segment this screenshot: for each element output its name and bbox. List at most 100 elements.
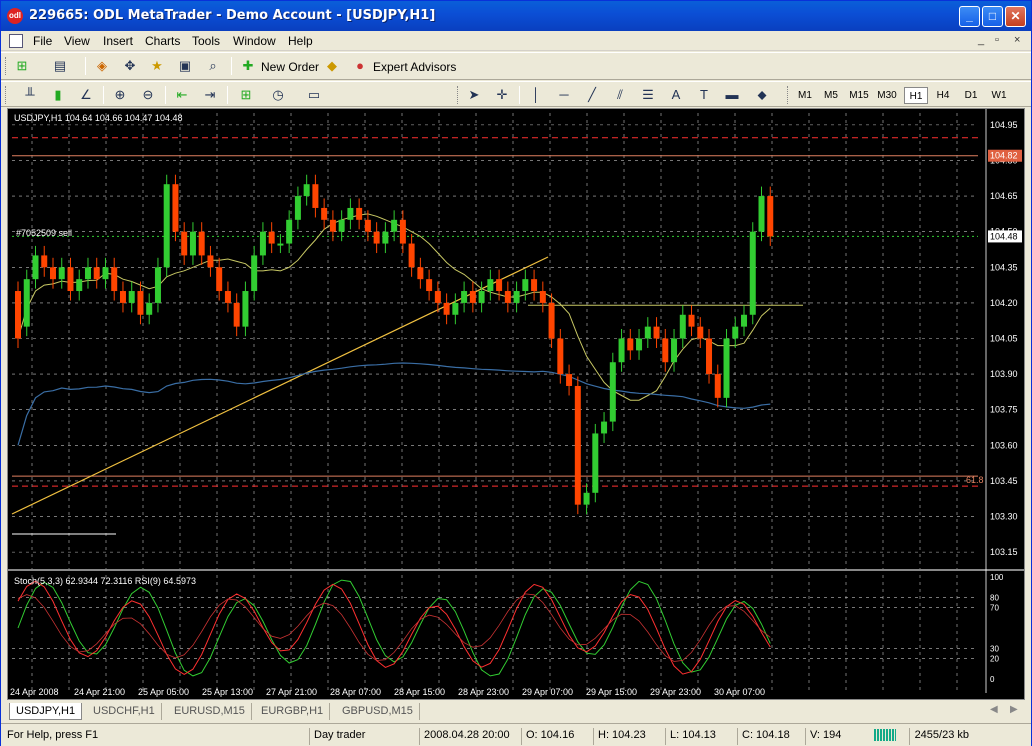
close-button[interactable]: ✕ bbox=[1005, 6, 1026, 27]
candle-body bbox=[504, 291, 511, 303]
crosshair-icon[interactable]: ✛ bbox=[493, 86, 511, 104]
auto-scroll-icon[interactable]: ⇤ bbox=[173, 86, 191, 104]
tab-eurusd-m15[interactable]: EURUSD,M15 bbox=[168, 703, 252, 720]
profiles-icon[interactable]: ▤ bbox=[51, 57, 69, 75]
price-chart[interactable]: USDJPY,H1 104.64 104.66 104.47 104.48 #7… bbox=[8, 109, 1024, 699]
market-watch-icon[interactable]: ◈ bbox=[93, 57, 111, 75]
menu-help[interactable]: Help bbox=[288, 34, 313, 48]
tab-usdchf-h1[interactable]: USDCHF,H1 bbox=[87, 703, 162, 720]
ma-fast-line bbox=[17, 213, 771, 401]
equidistant-channel-icon[interactable]: ⫽ bbox=[611, 86, 629, 104]
bar-chart-icon[interactable]: ╨ bbox=[21, 86, 39, 104]
candle-body bbox=[391, 219, 398, 232]
document-icon[interactable] bbox=[9, 34, 23, 48]
time-tick-label: 25 Apr 05:00 bbox=[138, 687, 189, 697]
zoom-in-icon[interactable]: ⊕ bbox=[111, 86, 129, 104]
terminal-icon[interactable]: ▣ bbox=[176, 57, 194, 75]
text-label-icon[interactable]: T bbox=[695, 86, 713, 104]
toolbar-grip[interactable] bbox=[5, 86, 8, 104]
candle-body bbox=[312, 184, 319, 208]
chart-window[interactable]: USDJPY,H1 104.64 104.66 104.47 104.48 #7… bbox=[7, 108, 1025, 700]
candle-body bbox=[23, 279, 30, 327]
candle-body bbox=[268, 231, 275, 244]
candle-body bbox=[496, 279, 503, 292]
mdi-close-button[interactable]: × bbox=[1014, 34, 1020, 46]
periods-clock-icon[interactable]: ◷ bbox=[269, 86, 287, 104]
favorites-star-icon[interactable]: ★ bbox=[148, 57, 166, 75]
line-chart-icon[interactable]: ∠ bbox=[77, 86, 95, 104]
menu-insert[interactable]: Insert bbox=[103, 34, 133, 48]
text-tool-icon[interactable]: A bbox=[667, 86, 685, 104]
timeframe-m30[interactable]: M30 bbox=[875, 87, 899, 104]
menu-charts[interactable]: Charts bbox=[145, 34, 180, 48]
order-label[interactable]: #7052509 sell bbox=[16, 228, 72, 238]
menu-file[interactable]: File bbox=[33, 34, 52, 48]
status-close: C: 104.18 bbox=[737, 728, 803, 745]
timeframe-d1[interactable]: D1 bbox=[959, 87, 983, 104]
arrows-icon[interactable]: ▬ bbox=[723, 86, 741, 104]
new-order-icon[interactable]: ✚ bbox=[239, 57, 257, 75]
candlestick-icon[interactable]: ▮ bbox=[49, 86, 67, 104]
timeframe-h4[interactable]: H4 bbox=[931, 87, 955, 104]
timeframe-m1[interactable]: M1 bbox=[793, 87, 817, 104]
trendline bbox=[11, 256, 549, 515]
templates-icon[interactable]: ▭ bbox=[305, 86, 323, 104]
candle-body bbox=[251, 255, 258, 292]
candle-body bbox=[286, 219, 293, 244]
cursor-icon[interactable]: ➤ bbox=[465, 86, 483, 104]
title-bar[interactable]: odl 229665: ODL MetaTrader - Demo Accoun… bbox=[1, 1, 1031, 31]
tab-gbpusd-m15[interactable]: GBPUSD,M15 bbox=[336, 703, 420, 720]
horizontal-line-icon[interactable]: ─ bbox=[555, 86, 573, 104]
arrow-tools-icon[interactable]: ⬥ bbox=[753, 86, 771, 104]
new-chart-icon[interactable]: ⊞ bbox=[13, 57, 31, 75]
indicators-icon[interactable]: ⊞ bbox=[237, 86, 255, 104]
mdi-restore-button[interactable]: ▫ bbox=[995, 34, 999, 46]
candle-body bbox=[67, 267, 74, 292]
current-price-label: 104.48 bbox=[990, 231, 1018, 241]
price-tick-label: 103.60 bbox=[990, 440, 1018, 450]
mdi-minimize-button[interactable]: _ bbox=[978, 34, 984, 46]
tabs-scroll-left-icon[interactable]: ◀ bbox=[990, 704, 998, 715]
minimize-button[interactable]: _ bbox=[959, 6, 980, 27]
candle-body bbox=[137, 291, 144, 315]
menu-view[interactable]: View bbox=[64, 34, 90, 48]
status-profile[interactable]: Day trader bbox=[309, 728, 417, 745]
indicator-separator bbox=[8, 569, 1024, 571]
chart-shift-icon[interactable]: ⇥ bbox=[201, 86, 219, 104]
strategy-tester-icon[interactable]: ⌕ bbox=[204, 57, 222, 75]
expert-advisors-button[interactable]: Expert Advisors bbox=[373, 60, 456, 74]
candle-body bbox=[163, 184, 170, 268]
timeframe-w1[interactable]: W1 bbox=[987, 87, 1011, 104]
candle-body bbox=[679, 314, 686, 339]
zoom-out-icon[interactable]: ⊖ bbox=[139, 86, 157, 104]
chart-lines bbox=[11, 137, 978, 535]
menu-tools[interactable]: Tools bbox=[192, 34, 220, 48]
candle-body bbox=[303, 184, 310, 197]
toolbar-grip[interactable] bbox=[5, 57, 8, 75]
time-tick-label: 28 Apr 07:00 bbox=[330, 687, 381, 697]
candle-body bbox=[356, 207, 363, 220]
navigator-icon[interactable]: ✥ bbox=[121, 57, 139, 75]
timeframe-h1[interactable]: H1 bbox=[904, 87, 928, 104]
expert-advisors-icon[interactable]: ● bbox=[351, 57, 369, 75]
tab-usdjpy-h1[interactable]: USDJPY,H1 bbox=[9, 703, 83, 720]
timeframe-m15[interactable]: M15 bbox=[847, 87, 871, 104]
trendline-icon[interactable]: ╱ bbox=[583, 86, 601, 104]
candle-body bbox=[41, 255, 48, 268]
metaeditor-icon[interactable]: ◆ bbox=[323, 57, 341, 75]
vertical-line-icon[interactable]: │ bbox=[527, 86, 545, 104]
candle-body bbox=[172, 184, 179, 232]
candle-body bbox=[111, 267, 118, 292]
candle-body bbox=[146, 302, 153, 315]
menu-window[interactable]: Window bbox=[233, 34, 276, 48]
timeframe-m5[interactable]: M5 bbox=[819, 87, 843, 104]
tabs-scroll-right-icon[interactable]: ▶ bbox=[1010, 704, 1018, 715]
toolbar-grip[interactable] bbox=[787, 86, 790, 104]
maximize-button[interactable]: □ bbox=[982, 6, 1003, 27]
fibonacci-icon[interactable]: ☰ bbox=[639, 86, 657, 104]
candle-body bbox=[758, 196, 765, 232]
toolbar-grip[interactable] bbox=[457, 86, 460, 104]
connection-bars-icon[interactable] bbox=[874, 729, 896, 741]
new-order-button[interactable]: New Order bbox=[261, 60, 319, 74]
tab-eurgbp-h1[interactable]: EURGBP,H1 bbox=[255, 703, 331, 720]
